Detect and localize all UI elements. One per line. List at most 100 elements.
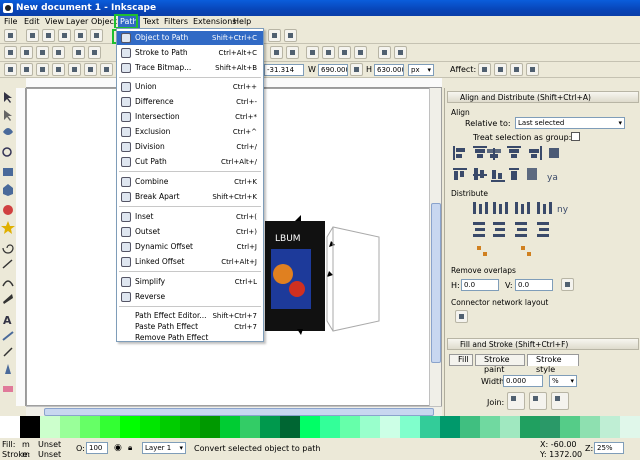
- menu-item-division[interactable]: Division Ctrl+/: [117, 140, 263, 154]
- calligraphy-tool-icon[interactable]: [3, 294, 13, 304]
- pencil-tool-icon[interactable]: [2, 259, 13, 269]
- menu-item-difference[interactable]: Difference Ctrl+-: [117, 95, 263, 109]
- palette-swatch[interactable]: [40, 416, 60, 438]
- horizontal-scroll-thumb[interactable]: [44, 408, 434, 416]
- height-input[interactable]: [374, 64, 404, 76]
- affect-stroke-icon[interactable]: [478, 63, 491, 76]
- palette-swatch[interactable]: [340, 416, 360, 438]
- palette-swatch[interactable]: [120, 416, 140, 438]
- palette-swatch[interactable]: [80, 416, 100, 438]
- palette-swatch[interactable]: [600, 416, 620, 438]
- palette-swatch[interactable]: [60, 416, 80, 438]
- menu-item-dynamic-offset[interactable]: Dynamic Offset Ctrl+J: [117, 240, 263, 254]
- box-outline-shape[interactable]: [326, 226, 380, 332]
- zoom-tool-icon[interactable]: [2, 147, 12, 157]
- snap-guide-icon[interactable]: [284, 29, 297, 42]
- rotate-ccw-icon[interactable]: [52, 63, 65, 76]
- menu-item-remove-path-effect[interactable]: Remove Path Effect: [117, 331, 263, 345]
- palette-swatch[interactable]: [480, 416, 500, 438]
- palette-swatch[interactable]: [100, 416, 120, 438]
- select-all-icon[interactable]: [4, 63, 17, 76]
- snap-midpoint-icon[interactable]: [74, 29, 87, 42]
- node-tool-icon[interactable]: [4, 110, 12, 121]
- deselect-icon[interactable]: [36, 63, 49, 76]
- palette-swatch[interactable]: [520, 416, 540, 438]
- palette-swatch[interactable]: [560, 416, 580, 438]
- palette-swatch[interactable]: [140, 416, 160, 438]
- treat-as-group-checkbox[interactable]: [571, 132, 580, 141]
- palette-swatch[interactable]: [500, 416, 520, 438]
- bevel-join-icon[interactable]: [551, 392, 569, 410]
- selector-tool-icon[interactable]: [4, 92, 12, 103]
- stroke-width-input[interactable]: [503, 375, 543, 387]
- fill-stroke-panel-title[interactable]: Fill and Stroke (Shift+Ctrl+F): [447, 338, 639, 350]
- ungroup-icon[interactable]: [286, 46, 299, 59]
- menu-item-reverse[interactable]: Reverse: [117, 290, 263, 304]
- menu-item-break-apart[interactable]: Break Apart Shift+Ctrl+K: [117, 190, 263, 204]
- eraser-tool-icon[interactable]: [3, 386, 13, 392]
- tab-stroke-paint[interactable]: Stroke paint: [475, 354, 525, 374]
- palette-swatch[interactable]: [320, 416, 340, 438]
- palette-swatch[interactable]: [420, 416, 440, 438]
- affect-corners-icon[interactable]: [494, 63, 507, 76]
- overlap-v-input[interactable]: [515, 279, 553, 291]
- star-tool-icon[interactable]: [1, 221, 15, 234]
- menu-filters[interactable]: Filters: [164, 16, 188, 28]
- palette-swatch[interactable]: [260, 416, 280, 438]
- zoom-input[interactable]: [594, 442, 624, 454]
- menu-edit[interactable]: Edit: [24, 16, 40, 28]
- menu-item-combine[interactable]: Combine Ctrl+K: [117, 175, 263, 189]
- snap-bbox-edge-icon[interactable]: [42, 29, 55, 42]
- palette-swatch[interactable]: [200, 416, 220, 438]
- text-font-icon[interactable]: [322, 46, 335, 59]
- ellipse-tool-icon[interactable]: [3, 205, 13, 215]
- group-icon[interactable]: [270, 46, 283, 59]
- menu-file[interactable]: File: [4, 16, 17, 28]
- round-join-icon[interactable]: [529, 392, 547, 410]
- open-icon[interactable]: [20, 46, 33, 59]
- palette-swatch[interactable]: [360, 416, 380, 438]
- vertical-scrollbar[interactable]: [429, 88, 441, 406]
- lock-icon[interactable]: [350, 63, 363, 76]
- snap-grid-icon[interactable]: [268, 29, 281, 42]
- horizontal-scrollbar[interactable]: [26, 406, 442, 416]
- palette-swatch[interactable]: [400, 416, 420, 438]
- menu-text[interactable]: Text: [143, 16, 159, 28]
- print-icon[interactable]: [52, 46, 65, 59]
- palette-swatch[interactable]: [620, 416, 640, 438]
- preferences-icon[interactable]: [378, 46, 391, 59]
- tab-stroke-style[interactable]: Stroke style: [527, 354, 579, 374]
- distribute-buttons[interactable]: ny: [471, 200, 581, 262]
- relative-to-select[interactable]: Last selected: [515, 117, 625, 129]
- document-properties-icon[interactable]: [394, 46, 407, 59]
- remove-overlaps-icon[interactable]: [561, 278, 574, 291]
- menu-help[interactable]: Help: [233, 16, 251, 28]
- affect-pattern-icon[interactable]: [526, 63, 539, 76]
- affect-gradient-icon[interactable]: [510, 63, 523, 76]
- select-all-layers-icon[interactable]: [20, 63, 33, 76]
- xml-editor-icon[interactable]: [338, 46, 351, 59]
- flip-horizontal-icon[interactable]: [84, 63, 97, 76]
- menu-layer[interactable]: Layer: [66, 16, 88, 28]
- export-icon[interactable]: [88, 46, 101, 59]
- import-icon[interactable]: [72, 46, 85, 59]
- rotate-cw-icon[interactable]: [68, 63, 81, 76]
- align-buttons[interactable]: ya: [451, 144, 581, 184]
- width-input[interactable]: [318, 64, 348, 76]
- menu-item-object-to-path[interactable]: Object to Path Shift+Ctrl+C: [117, 31, 263, 45]
- menu-item-exclusion[interactable]: Exclusion Ctrl+^: [117, 125, 263, 139]
- flip-vertical-icon[interactable]: [100, 63, 113, 76]
- fill-stroke-icon[interactable]: [306, 46, 319, 59]
- stroke-width-unit-select[interactable]: %: [549, 375, 577, 387]
- album-artwork[interactable]: LBUM: [265, 221, 325, 331]
- eye-visibility-icon[interactable]: ◉: [114, 443, 122, 453]
- menu-item-intersection[interactable]: Intersection Ctrl+*: [117, 110, 263, 124]
- menu-item-linked-offset[interactable]: Linked Offset Ctrl+Alt+J: [117, 255, 263, 269]
- palette-swatch[interactable]: [180, 416, 200, 438]
- palette-swatch[interactable]: [280, 416, 300, 438]
- palette-swatch[interactable]: [160, 416, 180, 438]
- new-document-icon[interactable]: [4, 46, 17, 59]
- tab-fill[interactable]: Fill: [449, 354, 473, 366]
- snap-center-icon[interactable]: [90, 29, 103, 42]
- palette-swatch[interactable]: [380, 416, 400, 438]
